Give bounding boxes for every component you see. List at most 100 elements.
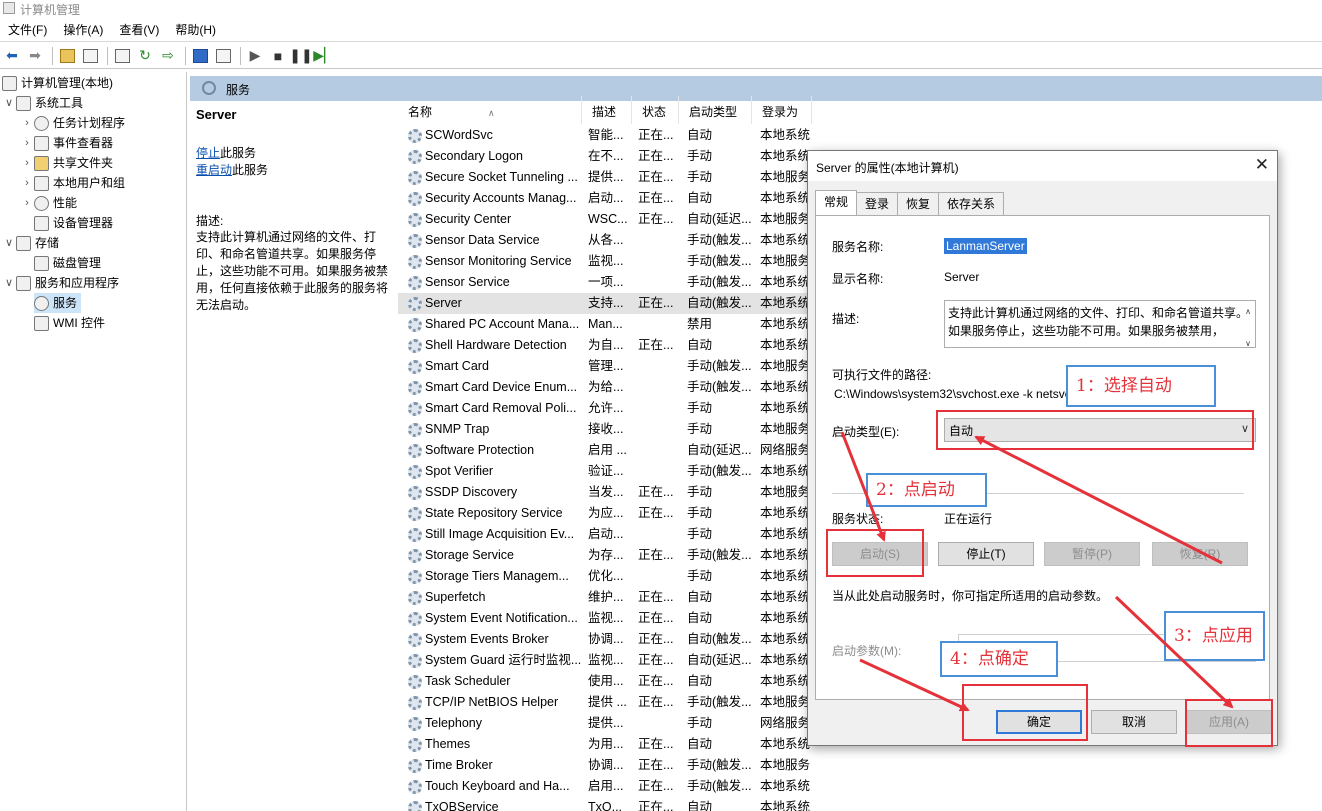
tree-item-services-apps[interactable]: ∨ 服务和应用程序 xyxy=(2,273,119,293)
column-header-logon-as[interactable]: 登录为 xyxy=(752,96,812,124)
chevron-down-icon[interactable]: ∨ xyxy=(2,233,16,253)
play-icon[interactable]: ▶ xyxy=(245,46,265,66)
chevron-right-icon[interactable]: › xyxy=(20,173,34,193)
table-row[interactable]: Storage Tiers Managem... 优化... 手动 本地系统 xyxy=(398,566,810,587)
chevron-down-icon[interactable]: ∨ xyxy=(2,93,16,113)
table-row[interactable]: Task Scheduler 使用... 正在... 自动 本地系统 xyxy=(398,671,810,692)
tree-item-performance[interactable]: › 性能 xyxy=(20,193,77,213)
table-row[interactable]: TxQBService TxQ... 正在... 自动 本地系统 xyxy=(398,797,810,811)
tab-general[interactable]: 常规 xyxy=(815,190,858,215)
table-row[interactable]: SSDP Discovery 当发... 正在... 手动 本地服务 xyxy=(398,482,810,503)
chevron-right-icon[interactable]: › xyxy=(20,113,34,133)
table-row[interactable]: Sensor Monitoring Service 监视... 手动(触发... 本地… xyxy=(398,251,810,272)
row-cell-name: Storage Tiers Managem... xyxy=(425,569,569,583)
table-row[interactable]: Shared PC Account Mana... Man... 禁用 本地系统 xyxy=(398,314,810,335)
table-row[interactable]: Time Broker 协调... 正在... 手动(触发... 本地服务 xyxy=(398,755,810,776)
tab-recovery[interactable]: 恢复 xyxy=(897,192,940,215)
tree-item-root[interactable]: 计算机管理(本地) xyxy=(2,73,113,93)
table-row[interactable]: Server 支持... 正在... 自动(触发... 本地系统 xyxy=(398,293,810,314)
table-row[interactable]: Security Accounts Manag... 启动... 正在... 自动 本地… xyxy=(398,188,810,209)
chevron-right-icon[interactable]: › xyxy=(20,133,34,153)
dialog-description-box[interactable]: 支持此计算机通过网络的文件、打印、和命名管道共享。如果服务停止，这些功能不可用。… xyxy=(944,300,1256,348)
menu-help[interactable]: 帮助(H) xyxy=(167,20,224,41)
table-row[interactable]: Smart Card Removal Poli... 允许... 手动 本地系统 xyxy=(398,398,810,419)
row-cell-startup-type: 自动 xyxy=(687,128,713,142)
tree-item-disk-management[interactable]: 磁盘管理 xyxy=(34,253,101,273)
resume-button[interactable]: 恢复(R) xyxy=(1152,542,1248,566)
properties-icon[interactable] xyxy=(112,46,132,66)
tree-item-task-scheduler[interactable]: › 任务计划程序 xyxy=(20,113,125,133)
table-row[interactable]: Smart Card Device Enum... 为给... 手动(触发... 本地… xyxy=(398,377,810,398)
table-row[interactable]: Secure Socket Tunneling ... 提供... 正在... 手动 本… xyxy=(398,167,810,188)
table-row[interactable]: Sensor Data Service 从各... 手动(触发... 本地系统 xyxy=(398,230,810,251)
pause-button[interactable]: 暂停(P) xyxy=(1044,542,1140,566)
tree-item-wmi[interactable]: WMI 控件 xyxy=(34,313,105,333)
table-row[interactable]: System Events Broker 协调... 正在... 自动(触发... 本地… xyxy=(398,629,810,650)
tree-item-device-manager[interactable]: 设备管理器 xyxy=(34,213,113,233)
tree-item-storage[interactable]: ∨ 存储 xyxy=(2,233,59,253)
export-list-icon[interactable]: ⇨ xyxy=(158,46,178,66)
table-row[interactable]: TCP/IP NetBIOS Helper 提供 ... 正在... 手动(触发...… xyxy=(398,692,810,713)
column-header-description[interactable]: 描述 xyxy=(582,96,632,124)
service-name-value[interactable]: LanmanServer xyxy=(944,238,1027,254)
disk-icon xyxy=(34,255,49,271)
row-cell-name: Spot Verifier xyxy=(425,464,494,478)
table-row[interactable]: Still Image Acquisition Ev... 启动... 手动 本地系统 xyxy=(398,524,810,545)
column-header-name[interactable]: 名称 ∧ xyxy=(398,96,582,124)
stop-icon[interactable]: ■ xyxy=(268,46,288,66)
show-hide-tree-icon[interactable] xyxy=(80,46,100,66)
chevron-right-icon[interactable]: › xyxy=(20,153,34,173)
table-row[interactable]: Themes 为用... 正在... 自动 本地系统 xyxy=(398,734,810,755)
column-header-startup-type[interactable]: 启动类型 xyxy=(679,96,752,124)
table-row[interactable]: Secondary Logon 在不... 正在... 手动 本地系统 xyxy=(398,146,810,167)
row-cell-description: 为应... xyxy=(588,506,624,520)
table-row[interactable]: Touch Keyboard and Ha... 启用... 正在... 手动(触发.… xyxy=(398,776,810,797)
table-row[interactable]: SCWordSvc 智能... 正在... 自动 本地系统 xyxy=(398,125,810,146)
chevron-down-icon[interactable]: ∨ xyxy=(2,273,16,293)
table-row[interactable]: State Repository Service 为应... 正在... 手动 本地系统 xyxy=(398,503,810,524)
back-arrow-icon[interactable]: ⬅ xyxy=(2,46,22,66)
refresh-icon[interactable]: ↻ xyxy=(135,46,155,66)
menu-file[interactable]: 文件(F) xyxy=(0,20,55,41)
stop-service-link[interactable]: 停止 xyxy=(196,146,220,160)
restart-service-link[interactable]: 重启动 xyxy=(196,163,232,177)
table-row[interactable]: SNMP Trap 接收... 手动 本地服务 xyxy=(398,419,810,440)
row-cell-name: System Event Notification... xyxy=(425,611,578,625)
tree-item-shared-folders[interactable]: › 共享文件夹 xyxy=(20,153,113,173)
gear-icon xyxy=(408,234,422,248)
service-name-label: 服务名称: xyxy=(832,240,884,254)
tree-item-local-users[interactable]: › 本地用户和组 xyxy=(20,173,125,193)
table-row[interactable]: Spot Verifier 验证... 手动(触发... 本地系统 xyxy=(398,461,810,482)
table-row[interactable]: System Event Notification... 监视... 正在... 自动… xyxy=(398,608,810,629)
table-row[interactable]: Security Center WSC... 正在... 自动(延迟... 本地服务 xyxy=(398,209,810,230)
table-row[interactable]: Shell Hardware Detection 为自... 正在... 自动 本地系统 xyxy=(398,335,810,356)
tab-dependencies[interactable]: 依存关系 xyxy=(938,192,1005,215)
tab-logon[interactable]: 登录 xyxy=(856,192,899,215)
action-pane-icon[interactable] xyxy=(213,46,233,66)
table-row[interactable]: Telephony 提供... 手动 网络服务 xyxy=(398,713,810,734)
stop-button[interactable]: 停止(T) xyxy=(938,542,1034,566)
table-row[interactable]: Sensor Service 一项... 手动(触发... 本地系统 xyxy=(398,272,810,293)
close-icon[interactable]: ✕ xyxy=(1255,155,1269,175)
menu-action[interactable]: 操作(A) xyxy=(55,20,111,41)
up-folder-icon[interactable] xyxy=(57,46,77,66)
cancel-button[interactable]: 取消 xyxy=(1091,710,1177,734)
tree-item-system-tools[interactable]: ∨ 系统工具 xyxy=(2,93,83,113)
table-row[interactable]: Superfetch 维护... 正在... 自动 本地系统 xyxy=(398,587,810,608)
table-row[interactable]: System Guard 运行时监视... 监视... 正在... 自动(延迟... 本… xyxy=(398,650,810,671)
restart-icon[interactable]: ▶▏ xyxy=(313,46,335,66)
column-header-status[interactable]: 状态 xyxy=(632,96,679,124)
chevron-right-icon[interactable]: › xyxy=(20,193,34,213)
tree-item-event-viewer[interactable]: › 事件查看器 xyxy=(20,133,113,153)
help-icon[interactable] xyxy=(190,46,210,66)
pause-icon[interactable]: ❚❚ xyxy=(289,46,312,66)
table-row[interactable]: Storage Service 为存... 正在... 手动(触发... 本地系统 xyxy=(398,545,810,566)
description-scrollbar[interactable]: ∧ ∨ xyxy=(1241,301,1255,347)
forward-arrow-icon[interactable]: ➡ xyxy=(25,46,45,66)
table-row[interactable]: Software Protection 启用 ... 自动(延迟... 网络服务 xyxy=(398,440,810,461)
row-cell-name: SNMP Trap xyxy=(425,422,490,436)
table-row[interactable]: Smart Card 管理... 手动(触发... 本地服务 xyxy=(398,356,810,377)
menu-bar: 文件(F) 操作(A) 查看(V) 帮助(H) xyxy=(0,20,1322,42)
menu-view[interactable]: 查看(V) xyxy=(111,20,167,41)
tree-item-services[interactable]: 服务 xyxy=(34,293,82,313)
